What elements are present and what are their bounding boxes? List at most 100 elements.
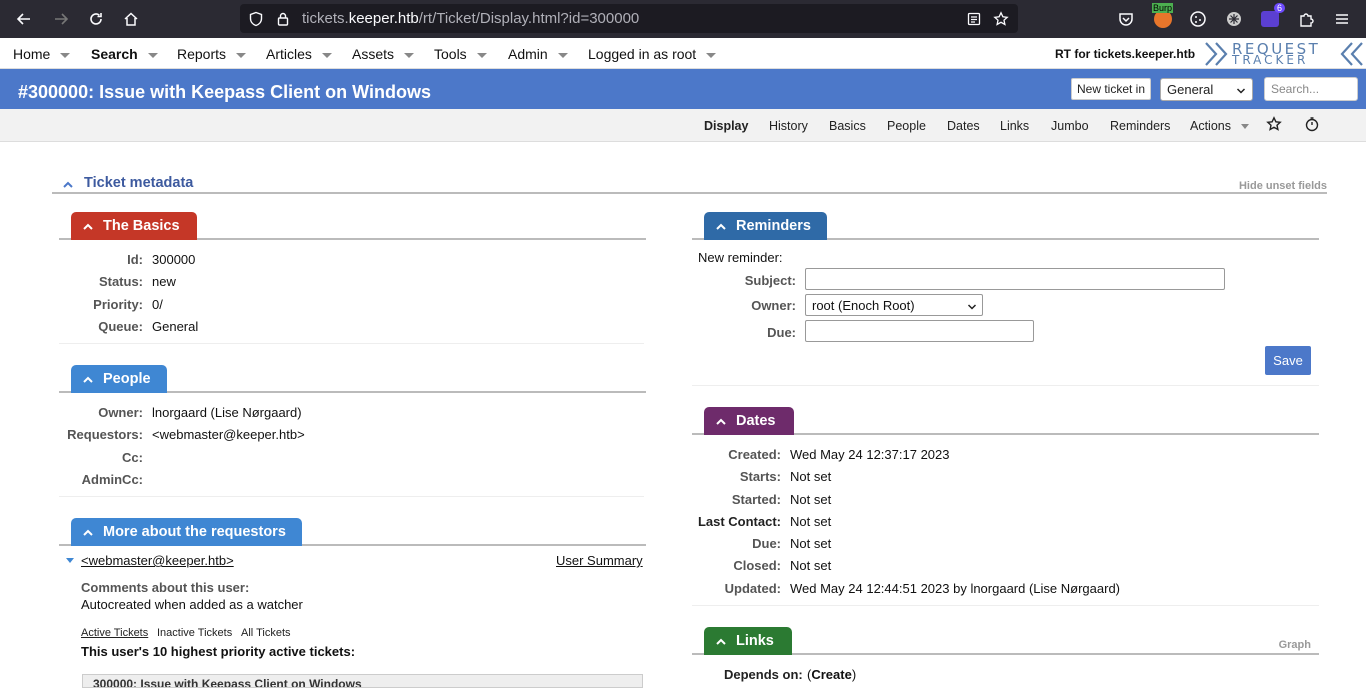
close-paren: ) bbox=[851, 667, 857, 682]
bookmark-star-icon[interactable] bbox=[993, 11, 1009, 27]
comments-label: Comments about this user: bbox=[81, 580, 250, 595]
tab-reminders[interactable]: Reminders bbox=[1110, 119, 1170, 133]
forward-icon[interactable] bbox=[50, 8, 72, 30]
chevron-down-icon bbox=[476, 52, 487, 58]
field-label: Cc: bbox=[122, 450, 143, 465]
chevron-down-icon bbox=[1236, 84, 1246, 99]
tab-links[interactable]: Links bbox=[1000, 119, 1029, 133]
url-host: keeper.htb bbox=[348, 10, 419, 27]
reload-icon[interactable] bbox=[85, 8, 107, 30]
queue-select[interactable]: General bbox=[1160, 78, 1253, 101]
home-icon[interactable] bbox=[120, 8, 142, 30]
people-panel-tab[interactable]: People bbox=[71, 365, 167, 393]
chevron-up-icon bbox=[82, 526, 94, 542]
field-value-requestors: <webmaster@keeper.htb> bbox=[152, 427, 305, 442]
burp-extension-icon[interactable]: Burp bbox=[1152, 3, 1174, 29]
reader-view-icon[interactable] bbox=[966, 11, 982, 27]
reminder-subject-input[interactable] bbox=[805, 268, 1225, 290]
cookie-icon[interactable] bbox=[1188, 9, 1208, 29]
depends-on-label: Depends on: bbox=[724, 667, 803, 682]
url-bar[interactable]: tickets. keeper.htb/rt/Ticket/Display.htm… bbox=[240, 4, 1018, 33]
extension-gear-icon[interactable] bbox=[1224, 9, 1244, 29]
field-value-created: Wed May 24 12:37:17 2023 bbox=[790, 447, 950, 462]
burp-label: Burp bbox=[1152, 3, 1174, 13]
reminder-due-input[interactable] bbox=[805, 320, 1034, 342]
triangle-down-icon[interactable] bbox=[66, 558, 74, 563]
pocket-icon[interactable] bbox=[1116, 9, 1136, 29]
nav-logged-in[interactable]: Logged in as root bbox=[588, 46, 717, 62]
nav-articles[interactable]: Articles bbox=[266, 46, 332, 62]
chevron-down-icon bbox=[967, 300, 977, 315]
dates-panel-header: Dates bbox=[692, 407, 1319, 435]
new-ticket-button[interactable]: New ticket in bbox=[1071, 78, 1152, 100]
nav-search[interactable]: Search bbox=[91, 46, 158, 62]
field-value-status: new bbox=[152, 274, 176, 289]
extension-badge: 6 bbox=[1273, 3, 1285, 13]
field-label: Owner: bbox=[98, 405, 143, 420]
foxyproxy-icon[interactable]: 6 bbox=[1260, 3, 1285, 29]
field-label: Last Contact: bbox=[697, 514, 781, 529]
requestors-panel-tab[interactable]: More about the requestors bbox=[71, 518, 302, 546]
url-path: /rt/Ticket/Display.html?id=300000 bbox=[418, 10, 640, 27]
field-label: AdminCc: bbox=[81, 472, 143, 487]
url-prefix: tickets. bbox=[302, 10, 349, 27]
nav-admin[interactable]: Admin bbox=[508, 46, 568, 62]
tab-all-tickets[interactable]: All Tickets bbox=[241, 627, 291, 639]
tab-people[interactable]: People bbox=[887, 119, 926, 133]
field-value-started: Not set bbox=[790, 492, 832, 507]
shield-icon[interactable] bbox=[248, 11, 264, 27]
chevron-down-icon bbox=[404, 52, 415, 58]
field-label: Queue: bbox=[98, 319, 143, 334]
basics-title: The Basics bbox=[103, 218, 180, 234]
search-input[interactable]: Search... bbox=[1264, 77, 1358, 101]
links-title: Links bbox=[736, 633, 774, 649]
user-summary-link[interactable]: User Summary bbox=[556, 553, 643, 568]
nav-assets[interactable]: Assets bbox=[352, 46, 415, 62]
chevron-down-icon bbox=[60, 52, 71, 58]
comments-value: Autocreated when added as a watcher bbox=[81, 597, 303, 612]
chevron-down-icon bbox=[147, 52, 158, 58]
star-icon[interactable] bbox=[1266, 116, 1282, 132]
dates-panel-tab[interactable]: Dates bbox=[704, 407, 794, 435]
tab-history[interactable]: History bbox=[769, 119, 808, 133]
tab-actions[interactable]: Actions bbox=[1190, 119, 1249, 133]
hamburger-menu-icon[interactable] bbox=[1332, 9, 1352, 29]
nav-reports[interactable]: Reports bbox=[177, 46, 247, 62]
tab-display[interactable]: Display bbox=[704, 119, 748, 133]
field-value-queue: General bbox=[152, 319, 199, 334]
chevron-down-icon bbox=[236, 52, 247, 58]
lock-icon[interactable] bbox=[275, 11, 291, 27]
nav-tools[interactable]: Tools bbox=[434, 46, 487, 62]
logo-line2: TRACKER bbox=[1232, 53, 1309, 67]
divider bbox=[692, 605, 1319, 606]
nav-home[interactable]: Home bbox=[13, 46, 71, 62]
back-icon[interactable] bbox=[13, 8, 35, 30]
request-tracker-logo[interactable]: REQUEST TRACKER bbox=[1205, 40, 1363, 67]
field-label: Due: bbox=[752, 536, 781, 551]
reminders-panel-header: Reminders bbox=[692, 212, 1319, 240]
field-label: Priority: bbox=[93, 297, 143, 312]
field-value-updated: Wed May 24 12:44:51 2023 by lnorgaard (L… bbox=[790, 581, 1121, 596]
chevron-up-icon[interactable] bbox=[62, 178, 74, 193]
tab-basics[interactable]: Basics bbox=[829, 119, 866, 133]
links-panel-tab[interactable]: Links bbox=[704, 627, 792, 655]
reminder-owner-select[interactable]: root (Enoch Root) bbox=[805, 294, 983, 316]
save-button[interactable]: Save bbox=[1265, 346, 1311, 375]
chevron-up-icon bbox=[715, 415, 727, 431]
tab-dates[interactable]: Dates bbox=[947, 119, 980, 133]
tab-active-tickets[interactable]: Active Tickets bbox=[81, 627, 148, 639]
extensions-puzzle-icon[interactable] bbox=[1296, 9, 1316, 29]
create-link[interactable]: Create bbox=[811, 667, 851, 682]
tab-jumbo[interactable]: Jumbo bbox=[1051, 119, 1089, 133]
basics-panel-tab[interactable]: The Basics bbox=[71, 212, 197, 240]
tab-inactive-tickets[interactable]: Inactive Tickets bbox=[157, 627, 232, 639]
ticket-metadata-title[interactable]: Ticket metadata bbox=[84, 175, 193, 191]
new-reminder-label: New reminder: bbox=[698, 250, 783, 265]
graph-link[interactable]: Graph bbox=[1279, 639, 1311, 651]
hide-unset-fields-link[interactable]: Hide unset fields bbox=[1239, 180, 1327, 192]
requestor-email-link[interactable]: <webmaster@keeper.htb> bbox=[81, 553, 234, 568]
timer-icon[interactable] bbox=[1304, 116, 1320, 132]
reminders-panel-tab[interactable]: Reminders bbox=[704, 212, 827, 240]
divider bbox=[59, 343, 644, 344]
people-panel-header: People bbox=[59, 365, 646, 393]
